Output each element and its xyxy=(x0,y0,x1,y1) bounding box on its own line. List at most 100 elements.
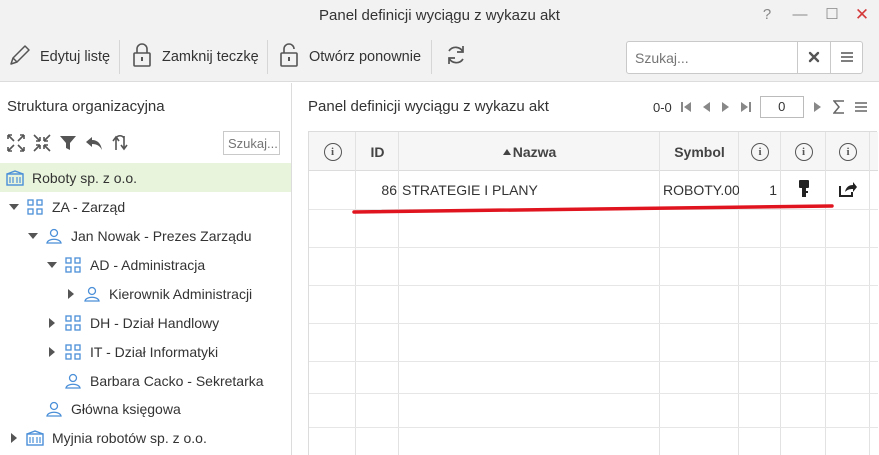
row-divider xyxy=(309,427,878,428)
share-column-header[interactable]: i xyxy=(826,132,870,171)
building-icon xyxy=(26,429,44,447)
tree-item-label: Główna księgowa xyxy=(71,400,181,417)
refresh-button[interactable] xyxy=(438,40,474,74)
tree-item-ksiegowa[interactable]: Główna księgowa xyxy=(0,394,291,423)
info-icon: i xyxy=(323,142,342,161)
tree-search-input[interactable] xyxy=(223,131,280,155)
prev-page-icon[interactable] xyxy=(700,99,712,115)
tree-item-roboty[interactable]: Roboty sp. z o.o. xyxy=(0,163,291,192)
edit-list-label: Edytuj listę xyxy=(40,49,111,65)
info-icon: i xyxy=(751,142,769,161)
maximize-button[interactable]: ☐ xyxy=(821,4,843,26)
row-divider xyxy=(309,393,878,394)
pencil-icon xyxy=(8,43,32,71)
tree-item-barbara[interactable]: Barbara Cacko - Sekretarka xyxy=(0,366,291,395)
reopen-button[interactable]: Otwórz ponownie xyxy=(271,40,427,74)
undo-icon[interactable] xyxy=(84,133,104,153)
tree-item-label: Jan Nowak - Prezes Zarządu xyxy=(71,227,252,244)
tree-item-jan-nowak[interactable]: Jan Nowak - Prezes Zarządu xyxy=(0,221,291,250)
row-divider xyxy=(309,247,878,248)
search-input[interactable] xyxy=(627,42,797,73)
pager: 0-0 0 xyxy=(653,95,868,119)
person-icon xyxy=(45,400,63,418)
tree-item-administracja[interactable]: AD - Administracja xyxy=(0,250,291,279)
toolbar-separator xyxy=(431,40,432,74)
tree-item-label: AD - Administracja xyxy=(90,256,206,273)
title-bar: Panel definicji wyciągu z wykazu akt ? —… xyxy=(0,0,879,32)
building-icon xyxy=(6,169,24,187)
help-button[interactable]: ? xyxy=(756,4,778,26)
info-column-header[interactable]: i xyxy=(309,132,356,171)
person-icon xyxy=(64,372,82,390)
close-folder-button[interactable]: Zamknij teczkę xyxy=(124,40,265,74)
sum-icon[interactable] xyxy=(832,99,846,115)
red-underline-annotation xyxy=(352,204,834,214)
close-button[interactable]: ✕ xyxy=(851,4,873,26)
filter-icon[interactable] xyxy=(58,133,78,153)
clear-search-button[interactable] xyxy=(797,42,830,73)
toolbar-separator xyxy=(119,40,120,74)
menu-icon xyxy=(840,50,854,66)
org-structure-title: Struktura organizacyjna xyxy=(7,98,165,115)
count-column-header[interactable]: i xyxy=(739,132,781,171)
key-column-header[interactable]: i xyxy=(781,132,826,171)
search-options-button[interactable] xyxy=(830,42,863,73)
reopen-label: Otwórz ponownie xyxy=(309,49,422,65)
caret-right-icon[interactable] xyxy=(8,432,20,444)
org-unit-icon xyxy=(64,314,82,332)
caret-down-icon[interactable] xyxy=(46,259,58,271)
org-structure-panel: Struktura organizacyjna Roboty sp. z o.o… xyxy=(0,83,292,455)
expand-all-icon[interactable] xyxy=(6,133,26,153)
tree-item-label: ZA - Zarząd xyxy=(52,198,126,215)
symbol-column-header[interactable]: Symbol xyxy=(660,132,739,171)
collapse-all-icon[interactable] xyxy=(32,133,52,153)
org-unit-icon xyxy=(64,256,82,274)
person-icon xyxy=(45,227,63,245)
name-column-header[interactable]: Nazwa xyxy=(399,132,660,171)
grid-column xyxy=(309,132,356,455)
row-divider xyxy=(309,285,878,286)
page-number-input[interactable]: 0 xyxy=(759,96,804,118)
tree-item-label: Kierownik Administracji xyxy=(109,285,253,302)
tree-item-informatyki[interactable]: IT - Dział Informatyki xyxy=(0,337,291,366)
caret-right-icon[interactable] xyxy=(46,317,58,329)
lock-icon xyxy=(130,42,154,72)
sync-icon[interactable] xyxy=(110,133,130,153)
tree-item-label: Roboty sp. z o.o. xyxy=(32,169,138,186)
caret-right-icon[interactable] xyxy=(46,346,58,358)
toolbar-separator xyxy=(267,40,268,74)
refresh-icon xyxy=(444,43,468,71)
id-column-header[interactable]: ID xyxy=(356,132,399,171)
unlock-icon xyxy=(277,42,301,72)
tree-item-myjnia[interactable]: Myjnia robotów sp. z o.o. xyxy=(0,423,291,452)
tree-item-handlowy[interactable]: DH - Dział Handlowy xyxy=(0,308,291,337)
tree-item-label: DH - Dział Handlowy xyxy=(90,314,220,331)
go-page-icon[interactable] xyxy=(812,99,824,115)
last-page-icon[interactable] xyxy=(740,99,752,115)
caret-down-icon[interactable] xyxy=(27,230,39,242)
minimize-button[interactable]: — xyxy=(789,4,811,26)
extract-definition-panel: Panel definicji wyciągu z wykazu akt 0-0… xyxy=(293,83,879,455)
row-divider xyxy=(309,323,878,324)
name-column-label: Nazwa xyxy=(512,143,557,160)
close-icon xyxy=(808,50,820,66)
tree-item-zarzad[interactable]: ZA - Zarząd xyxy=(0,192,291,221)
edit-list-button[interactable]: Edytuj listę xyxy=(2,40,116,74)
row-divider xyxy=(309,361,878,362)
key-icon xyxy=(798,179,810,202)
window-title: Panel definicji wyciągu z wykazu akt xyxy=(319,7,560,24)
tree-item-label: IT - Dział Informatyki xyxy=(90,343,219,360)
tree-item-kierownik[interactable]: Kierownik Administracji xyxy=(0,279,291,308)
data-grid: i ID Nazwa Symbol i i i 86 STRATEGIE I P… xyxy=(308,131,878,455)
info-icon: i xyxy=(794,142,813,161)
first-page-icon[interactable] xyxy=(680,99,692,115)
info-icon: i xyxy=(839,142,857,161)
pager-range: 0-0 xyxy=(653,99,672,115)
caret-right-icon[interactable] xyxy=(65,288,77,300)
menu-icon[interactable] xyxy=(854,99,868,115)
next-page-icon[interactable] xyxy=(720,99,732,115)
caret-down-icon[interactable] xyxy=(8,201,20,213)
tree-item-label: Barbara Cacko - Sekretarka xyxy=(90,372,264,389)
tree-toolbar xyxy=(6,131,130,155)
toolbar: Edytuj listę Zamknij teczkę Otwórz ponow… xyxy=(0,32,879,82)
